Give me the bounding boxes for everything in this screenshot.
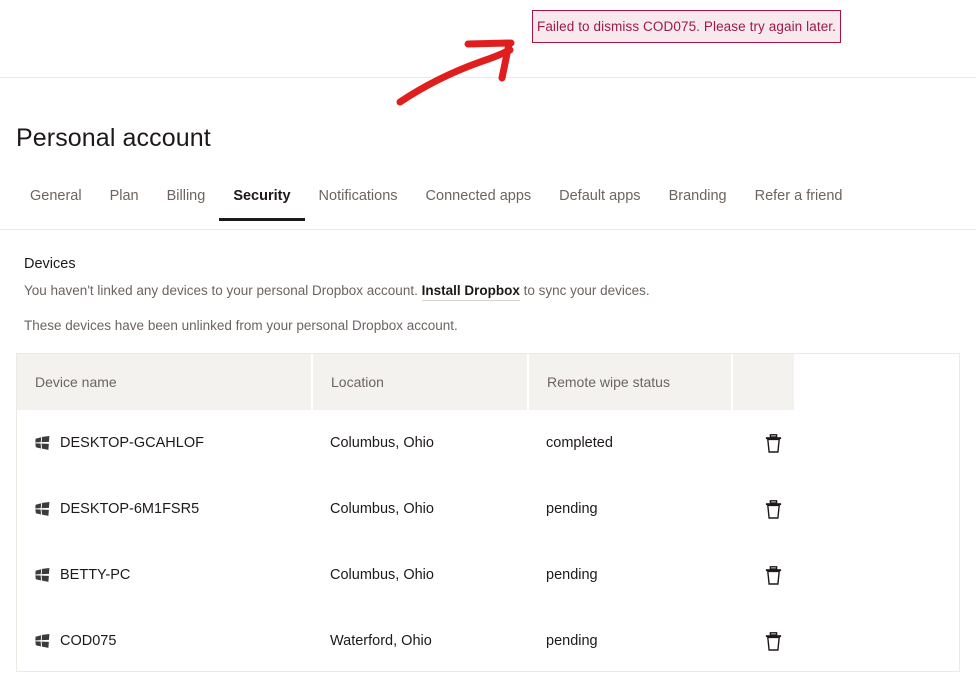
cell-remote-wipe-status: pending	[529, 476, 731, 542]
cell-location: Columbus, Ohio	[313, 542, 527, 608]
cell-location: Columbus, Ohio	[313, 476, 527, 542]
account-tabs: General Plan Billing Security Notificati…	[0, 178, 976, 230]
devices-description-text-after: to sync your devices.	[519, 283, 650, 298]
cell-location: Waterford, Ohio	[313, 608, 527, 674]
trash-icon	[765, 433, 781, 453]
tab-label: Default apps	[559, 188, 641, 204]
cell-device-name: DESKTOP-GCAHLOF	[17, 410, 311, 476]
column-header-remote-wipe-status: Remote wipe status	[529, 354, 731, 410]
column-header-label: Remote wipe status	[547, 374, 670, 390]
cell-remote-wipe-status: pending	[529, 542, 731, 608]
location-label: Columbus, Ohio	[330, 435, 434, 451]
tab-label: Security	[233, 188, 291, 204]
devices-description-text-before: You haven't linked any devices to your p…	[24, 283, 422, 298]
cell-device-name: BETTY-PC	[17, 542, 311, 608]
tab-branding[interactable]: Branding	[655, 178, 741, 229]
tab-security[interactable]: Security	[219, 178, 305, 229]
table-row: DESKTOP-GCAHLOF Columbus, Ohio completed	[17, 410, 959, 476]
tab-label: General	[30, 188, 82, 204]
cell-device-name: DESKTOP-6M1FSR5	[17, 476, 311, 542]
column-header-label: Device name	[35, 374, 117, 390]
delete-device-button[interactable]	[733, 410, 813, 476]
tab-label: Refer a friend	[754, 188, 843, 204]
tab-label: Branding	[668, 188, 727, 204]
remote-wipe-status-label: pending	[546, 633, 598, 649]
device-name-label: DESKTOP-6M1FSR5	[60, 501, 200, 517]
cell-remote-wipe-status: completed	[529, 410, 731, 476]
column-header-device-name: Device name	[17, 354, 311, 410]
tab-label: Notifications	[318, 188, 398, 204]
delete-device-button[interactable]	[733, 476, 813, 542]
devices-subdescription: These devices have been unlinked from yo…	[24, 318, 458, 333]
tab-notifications[interactable]: Notifications	[305, 178, 412, 229]
error-alert-message: Failed to dismiss COD075. Please try aga…	[536, 19, 837, 34]
error-alert-banner: Failed to dismiss COD075. Please try aga…	[532, 10, 841, 43]
location-label: Columbus, Ohio	[330, 567, 434, 583]
delete-device-button[interactable]	[733, 608, 813, 674]
top-notification-bar: Failed to dismiss COD075. Please try aga…	[0, 0, 976, 78]
devices-heading: Devices	[24, 256, 76, 272]
table-row: BETTY-PC Columbus, Ohio pending	[17, 542, 959, 608]
trash-icon	[765, 499, 781, 519]
windows-icon	[35, 568, 50, 582]
table-row: DESKTOP-6M1FSR5 Columbus, Ohio pending	[17, 476, 959, 542]
devices-table: Device name Location Remote wipe status …	[16, 353, 960, 672]
device-name-label: DESKTOP-GCAHLOF	[60, 435, 204, 451]
location-label: Columbus, Ohio	[330, 501, 434, 517]
column-header-label: Location	[331, 374, 384, 390]
column-header-actions	[733, 354, 794, 410]
location-label: Waterford, Ohio	[330, 633, 432, 649]
device-name-label: BETTY-PC	[60, 567, 131, 583]
windows-icon	[35, 436, 50, 450]
column-header-location: Location	[313, 354, 527, 410]
tab-label: Plan	[109, 188, 139, 204]
devices-description: You haven't linked any devices to your p…	[24, 283, 650, 301]
remote-wipe-status-label: completed	[546, 435, 613, 451]
table-header-row: Device name Location Remote wipe status	[17, 354, 959, 410]
tab-refer-a-friend[interactable]: Refer a friend	[741, 178, 857, 229]
tab-general[interactable]: General	[16, 178, 96, 229]
trash-icon	[765, 565, 781, 585]
remote-wipe-status-label: pending	[546, 567, 598, 583]
tab-label: Billing	[166, 188, 206, 204]
cell-device-name: COD075	[17, 608, 311, 674]
cell-remote-wipe-status: pending	[529, 608, 731, 674]
tab-default-apps[interactable]: Default apps	[545, 178, 654, 229]
trash-icon	[765, 631, 781, 651]
cell-location: Columbus, Ohio	[313, 410, 527, 476]
page-title: Personal account	[16, 124, 211, 152]
table-row: COD075 Waterford, Ohio pending	[17, 608, 959, 674]
tab-connected-apps[interactable]: Connected apps	[412, 178, 546, 229]
delete-device-button[interactable]	[733, 542, 813, 608]
install-dropbox-link[interactable]: Install Dropbox	[421, 283, 520, 301]
windows-icon	[35, 502, 50, 516]
device-name-label: COD075	[60, 633, 117, 649]
tab-label: Connected apps	[425, 188, 532, 204]
remote-wipe-status-label: pending	[546, 501, 598, 517]
tab-plan[interactable]: Plan	[96, 178, 153, 229]
tab-billing[interactable]: Billing	[153, 178, 220, 229]
windows-icon	[35, 634, 50, 648]
